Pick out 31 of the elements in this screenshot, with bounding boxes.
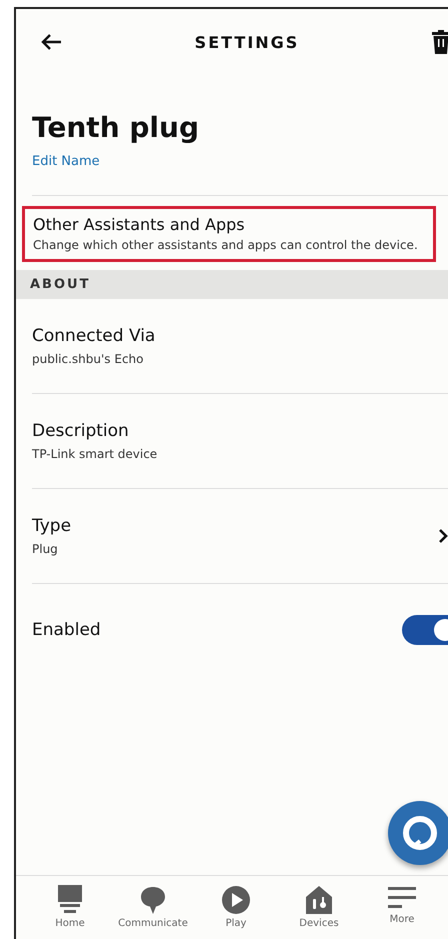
speech-bubble-icon [139, 885, 167, 915]
section-header: ABOUT [16, 270, 448, 299]
nav-tab[interactable]: Communicate [117, 885, 189, 930]
setting-description: Change which other assistants and apps can control the device. [33, 238, 419, 253]
ring-icon [400, 813, 440, 853]
setting-title: Description [32, 421, 130, 441]
back-arrow-icon [40, 33, 62, 51]
nav-tab[interactable]: Home [34, 885, 106, 930]
house-icon [304, 885, 334, 915]
setting-title: Type [32, 516, 72, 536]
setting-title: Enabled [32, 620, 101, 640]
assistants-setting[interactable]: Other Assistants and Apps Change which other assistants and apps can control the device. [22, 206, 436, 262]
enabled-toggle[interactable] [402, 615, 448, 645]
page-title: SETTINGS [194, 32, 300, 52]
nav-tab[interactable]: More [366, 885, 438, 930]
setting-value: public.shbu's Echo [32, 352, 144, 366]
assistant-button[interactable] [388, 801, 448, 865]
monitor-icon [56, 885, 84, 915]
setting-title: Connected Via [32, 326, 156, 346]
back-button[interactable] [40, 33, 62, 51]
setting-title: Other Assistants and Apps [33, 215, 246, 234]
delete-button[interactable] [432, 30, 448, 54]
nav-tab[interactable]: Play [200, 885, 272, 930]
chevron-right-icon[interactable] [438, 528, 448, 544]
menu-icon [387, 885, 417, 911]
nav-tab[interactable]: Devices [283, 885, 355, 930]
setting-value: Plug [32, 542, 59, 556]
play-icon [221, 885, 251, 915]
device-name: Tenth plug [32, 111, 200, 144]
setting-value: TP-Link smart device [32, 447, 158, 461]
edit-name-link[interactable]: Edit Name [32, 154, 100, 169]
